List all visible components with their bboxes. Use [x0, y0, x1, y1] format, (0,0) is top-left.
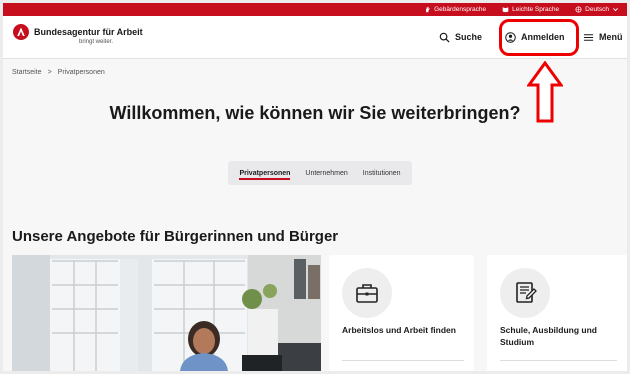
search-label: Suche — [455, 32, 483, 42]
breadcrumb: Startseite > Privatpersonen — [12, 69, 105, 76]
breadcrumb-separator: > — [47, 69, 52, 76]
offer-card-school[interactable]: Schule, Ausbildung und Studium — [487, 255, 627, 371]
search-icon — [439, 32, 450, 43]
brand-name[interactable]: Bundesagentur für Arbeit — [34, 27, 143, 37]
woman-at-laptop-image — [12, 255, 321, 371]
breadcrumb-current: Privatpersonen — [57, 69, 105, 76]
card-divider — [500, 360, 617, 361]
offer-card-unemployed[interactable]: Arbeitslos und Arbeit finden — [329, 255, 474, 371]
site-header: Bundesagentur für Arbeit bringt weiter. … — [3, 16, 627, 59]
hamburger-icon — [583, 33, 594, 41]
tab-unternehmen[interactable]: Unternehmen — [305, 170, 347, 177]
language-selector[interactable]: Deutsch — [575, 6, 619, 13]
breadcrumb-home[interactable]: Startseite — [12, 69, 42, 76]
ba-logo-icon[interactable] — [13, 24, 29, 40]
offer-photo[interactable] — [12, 255, 321, 371]
utility-bar: Gebärdensprache Leichte Sprache Deutsch — [3, 3, 627, 16]
certificate-icon — [516, 282, 537, 303]
tab-institutionen[interactable]: Institutionen — [363, 170, 401, 177]
menu-label: Menü — [599, 32, 623, 42]
login-highlight-annotation — [499, 19, 579, 56]
offer-card-icon-wrap — [342, 268, 392, 318]
chevron-down-icon — [613, 8, 618, 12]
globe-icon — [575, 6, 582, 13]
card-divider — [342, 360, 464, 361]
briefcase-icon — [356, 284, 378, 303]
brand-tagline: bringt weiter. — [79, 39, 114, 45]
offer-card-icon-wrap — [500, 268, 550, 318]
easy-language-link[interactable]: Leichte Sprache — [502, 6, 559, 13]
book-icon — [502, 7, 509, 13]
sign-language-label: Gebärdensprache — [434, 6, 487, 13]
easy-language-label: Leichte Sprache — [512, 6, 560, 13]
search-button[interactable]: Suche — [439, 29, 482, 45]
browser-page: Gebärdensprache Leichte Sprache Deutsch … — [3, 3, 627, 371]
language-label: Deutsch — [585, 6, 609, 13]
offer-card-label: Arbeitslos und Arbeit finden — [342, 325, 456, 335]
sign-language-link[interactable]: Gebärdensprache — [424, 6, 486, 13]
audience-tabs: Privatpersonen Unternehmen Institutionen — [228, 161, 412, 185]
page-title: Willkommen, wie können wir Sie weiterbri… — [109, 103, 521, 123]
hand-icon — [426, 6, 430, 13]
tab-privatpersonen[interactable]: Privatpersonen — [239, 170, 290, 180]
offers-heading: Unsere Angebote für Bürgerinnen und Bürg… — [12, 228, 339, 245]
menu-button[interactable]: Menü — [583, 29, 623, 45]
offer-card-label: Schule, Ausbildung und Studium — [500, 325, 597, 348]
